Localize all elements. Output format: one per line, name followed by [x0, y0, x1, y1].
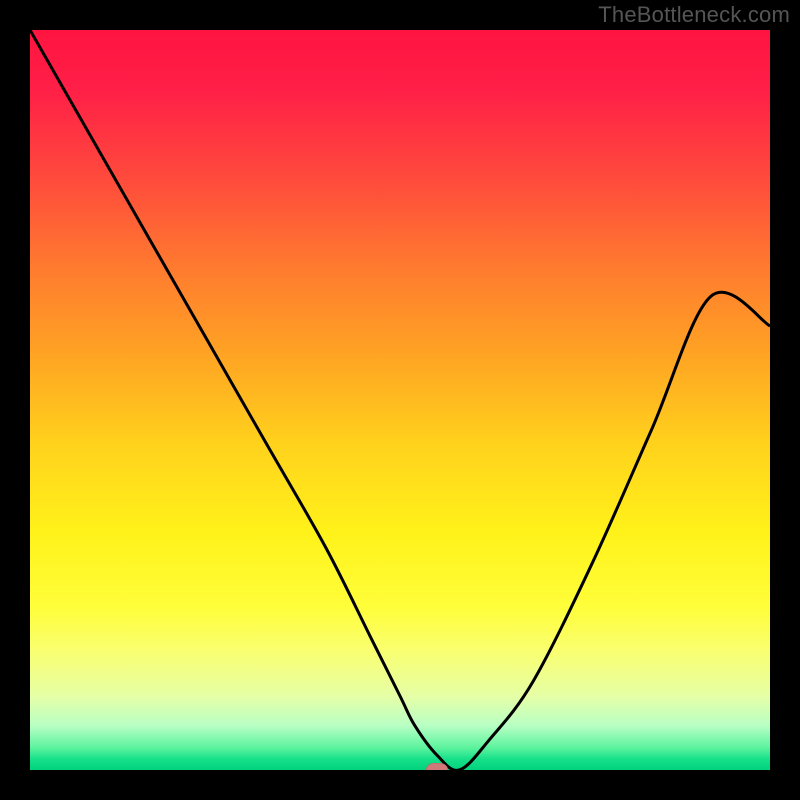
watermark-text: TheBottleneck.com — [598, 2, 790, 28]
bottleneck-curve — [30, 30, 770, 770]
optimal-marker — [426, 763, 448, 770]
curve-svg — [30, 30, 770, 770]
plot-area — [30, 30, 770, 770]
chart-frame: TheBottleneck.com — [0, 0, 800, 800]
